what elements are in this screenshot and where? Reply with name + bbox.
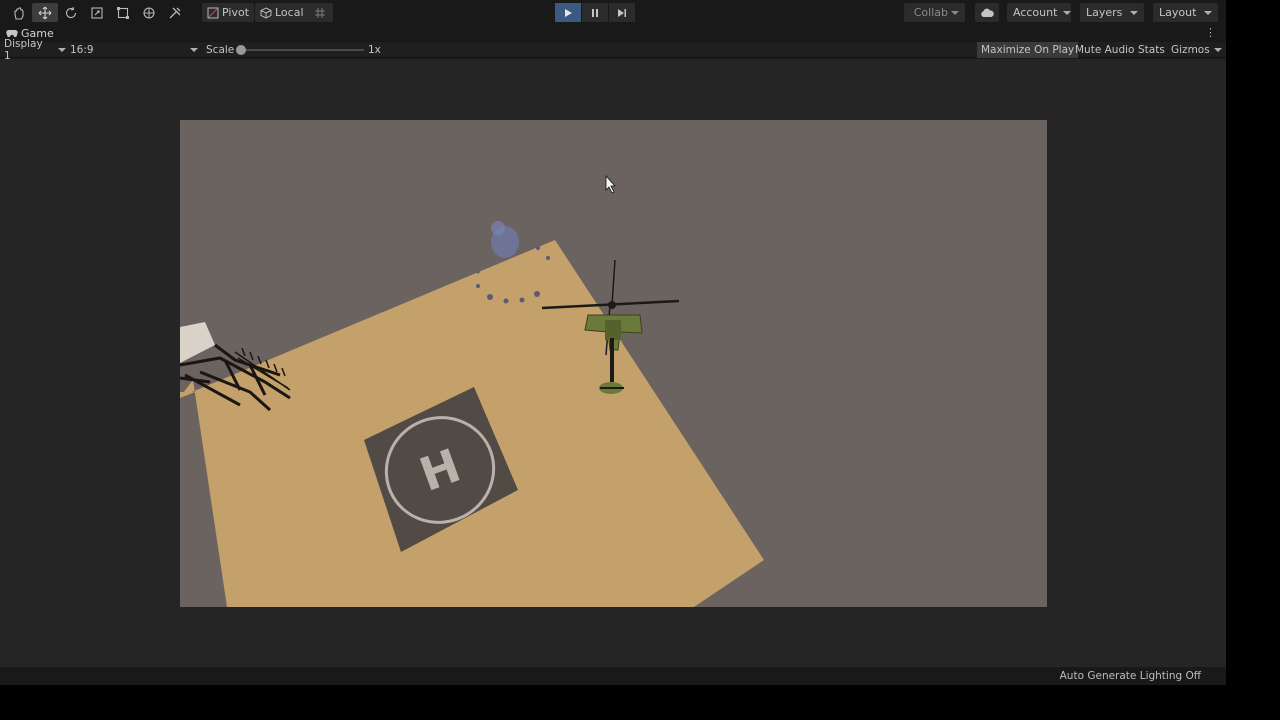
step-icon xyxy=(618,8,626,17)
scene-render: H xyxy=(180,174,764,607)
stats-label: Stats xyxy=(1138,44,1165,56)
game-view: H xyxy=(0,59,1226,667)
cube-icon xyxy=(260,6,272,19)
transform-icon xyxy=(143,6,155,19)
snap-grid-button[interactable] xyxy=(307,3,333,22)
chevron-down-icon xyxy=(1130,10,1138,15)
layers-label: Layers xyxy=(1086,6,1123,19)
game-controls-bar: Display 1 16:9 Scale 1x Maximize On Play… xyxy=(0,38,1226,62)
check-circle-icon xyxy=(910,12,911,13)
game-viewport[interactable]: H xyxy=(180,120,1047,607)
scale-value: 1x xyxy=(368,44,381,56)
rotate-tool-button[interactable] xyxy=(58,3,84,22)
local-toggle[interactable]: Local xyxy=(255,3,309,22)
transform-tools xyxy=(6,3,188,22)
account-dropdown[interactable]: Account xyxy=(1007,3,1072,22)
gizmos-dropdown[interactable]: Gizmos xyxy=(1167,42,1214,58)
transform-tool-button[interactable] xyxy=(136,3,162,22)
maximize-on-play-toggle[interactable]: Maximize On Play xyxy=(977,42,1079,58)
display-dropdown[interactable]: Display 1 xyxy=(4,38,66,62)
layout-label: Layout xyxy=(1159,6,1197,19)
playback-controls xyxy=(555,3,635,22)
more-options-icon[interactable]: ⋮ xyxy=(1205,27,1216,39)
chevron-down-icon xyxy=(58,48,66,52)
pause-button[interactable] xyxy=(582,3,608,22)
grid-icon xyxy=(315,7,325,18)
play-icon xyxy=(565,8,572,17)
step-button[interactable] xyxy=(609,3,635,22)
hand-tool-button[interactable] xyxy=(6,3,32,22)
gizmos-label: Gizmos xyxy=(1171,44,1210,56)
aspect-dropdown[interactable]: 16:9 xyxy=(70,42,198,58)
hand-icon xyxy=(14,6,24,20)
move-tool-button[interactable] xyxy=(32,3,58,22)
mute-audio-toggle[interactable]: Mute Audio xyxy=(1071,42,1138,58)
rect-tool-button[interactable] xyxy=(110,3,136,22)
pivot-icon xyxy=(207,7,219,18)
pivot-toggle[interactable]: Pivot xyxy=(202,3,255,22)
status-bar: Auto Generate Lighting Off xyxy=(0,667,1226,685)
pivot-label: Pivot xyxy=(222,6,250,19)
gamepad-icon xyxy=(6,30,18,38)
layout-dropdown[interactable]: Layout xyxy=(1153,3,1218,22)
layers-dropdown[interactable]: Layers xyxy=(1080,3,1144,22)
chevron-down-icon xyxy=(1204,10,1212,15)
account-label: Account xyxy=(1013,6,1058,19)
stats-toggle[interactable]: Stats xyxy=(1134,42,1169,58)
lighting-status: Auto Generate Lighting Off xyxy=(1059,670,1201,682)
maximize-label: Maximize On Play xyxy=(981,44,1075,56)
mouse-cursor-icon xyxy=(605,174,616,194)
scale-slider-thumb[interactable] xyxy=(236,45,246,55)
scale-slider-track[interactable] xyxy=(240,49,364,51)
tools-icon xyxy=(169,7,181,18)
main-toolbar: Pivot Local Collab Account Layers Layout xyxy=(0,0,1226,25)
collab-label: Collab xyxy=(913,6,948,19)
game-tab-bar: Game ⋮ xyxy=(0,25,1226,42)
collab-dropdown[interactable]: Collab xyxy=(904,3,965,22)
scale-icon xyxy=(91,6,103,19)
move-icon xyxy=(38,6,52,19)
chevron-down-icon xyxy=(951,10,959,15)
chevron-down-icon xyxy=(190,48,198,52)
unity-editor: Pivot Local Collab Account Layers Layout… xyxy=(0,0,1226,685)
aspect-label: 16:9 xyxy=(70,44,94,56)
scale-tool-button[interactable] xyxy=(84,3,110,22)
cloud-button[interactable] xyxy=(975,3,999,22)
scale-label: Scale xyxy=(206,44,235,56)
local-label: Local xyxy=(275,6,304,19)
custom-tool-button[interactable] xyxy=(162,3,188,22)
cloud-icon xyxy=(981,8,994,17)
chevron-down-icon xyxy=(1063,10,1072,15)
mute-label: Mute Audio xyxy=(1075,44,1135,56)
play-button[interactable] xyxy=(555,3,581,22)
rotate-icon xyxy=(66,6,77,18)
rect-icon xyxy=(117,6,129,19)
chevron-down-icon[interactable] xyxy=(1214,42,1222,58)
ground-edge xyxy=(180,392,195,398)
pause-icon xyxy=(592,8,598,17)
